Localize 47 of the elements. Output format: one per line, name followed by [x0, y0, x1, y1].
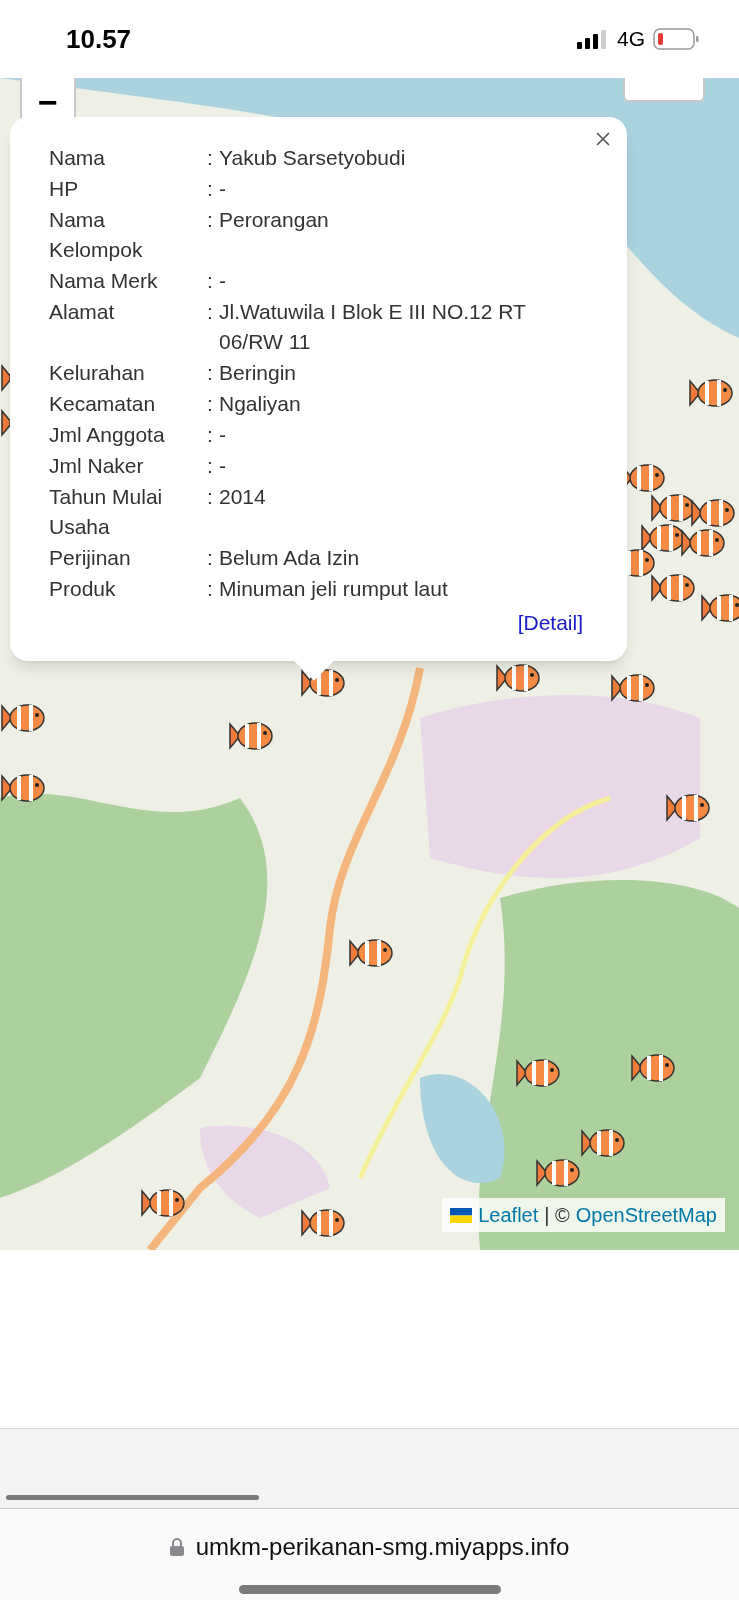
network-label: 4G: [617, 26, 645, 53]
field-separator: :: [207, 207, 214, 233]
field-value: Perorangan: [219, 207, 330, 233]
field-label: Perijinan: [49, 545, 132, 571]
field-separator: :: [207, 453, 214, 479]
leaflet-link[interactable]: Leaflet: [478, 1200, 539, 1230]
field-separator: :: [207, 484, 214, 510]
url-text[interactable]: umkm-perikanan-smg.miyapps.info: [195, 1529, 570, 1565]
field-value: Yakub Sarsetyobudi: [219, 145, 407, 171]
field-label: Jml Anggota: [49, 422, 166, 448]
field-value: Beringin: [219, 360, 298, 386]
field-value: Belum Ada Izin: [219, 545, 361, 571]
field-value: Minuman jeli rumput laut: [219, 576, 449, 602]
field-label: Jml Naker: [49, 453, 145, 479]
field-separator: :: [207, 391, 214, 417]
field-separator: :: [207, 576, 214, 602]
field-separator: :: [207, 360, 214, 386]
attribution-separator: | ©: [544, 1203, 570, 1228]
field-separator: :: [207, 299, 214, 325]
lock-icon: [169, 1538, 184, 1556]
field-label: Alamat: [49, 299, 116, 325]
field-label: Kecamatan: [49, 391, 157, 417]
signal-icon: [577, 29, 609, 49]
field-value: -: [219, 422, 227, 448]
field-value: Ngaliyan: [219, 391, 302, 417]
field-separator: :: [207, 422, 214, 448]
field-label: Nama Kelompok: [49, 207, 144, 263]
field-separator: :: [207, 145, 214, 171]
flag-icon: [450, 1207, 473, 1223]
field-value: -: [219, 268, 227, 294]
detail-link[interactable]: [Detail]: [517, 607, 583, 639]
field-label: Tahun Mulai Usaha: [49, 484, 164, 540]
field-separator: :: [207, 545, 214, 571]
field-label: Nama: [49, 145, 107, 171]
field-separator: :: [207, 268, 214, 294]
battery-icon: [653, 28, 699, 50]
field-separator: :: [207, 176, 214, 202]
field-label: Nama Merk: [49, 268, 159, 294]
openstreetmap-link[interactable]: OpenStreetMap: [575, 1200, 717, 1230]
field-label: Kelurahan: [49, 360, 146, 386]
field-value: 2014: [219, 484, 267, 510]
field-value: -: [219, 176, 227, 202]
field-value: Jl.Watuwila I Blok E III NO.12 RT 06/RW 11: [219, 299, 527, 355]
status-time: 10.57: [66, 22, 132, 56]
field-label: HP: [49, 176, 80, 202]
field-value: -: [219, 453, 227, 479]
field-label: Produk: [49, 576, 117, 602]
